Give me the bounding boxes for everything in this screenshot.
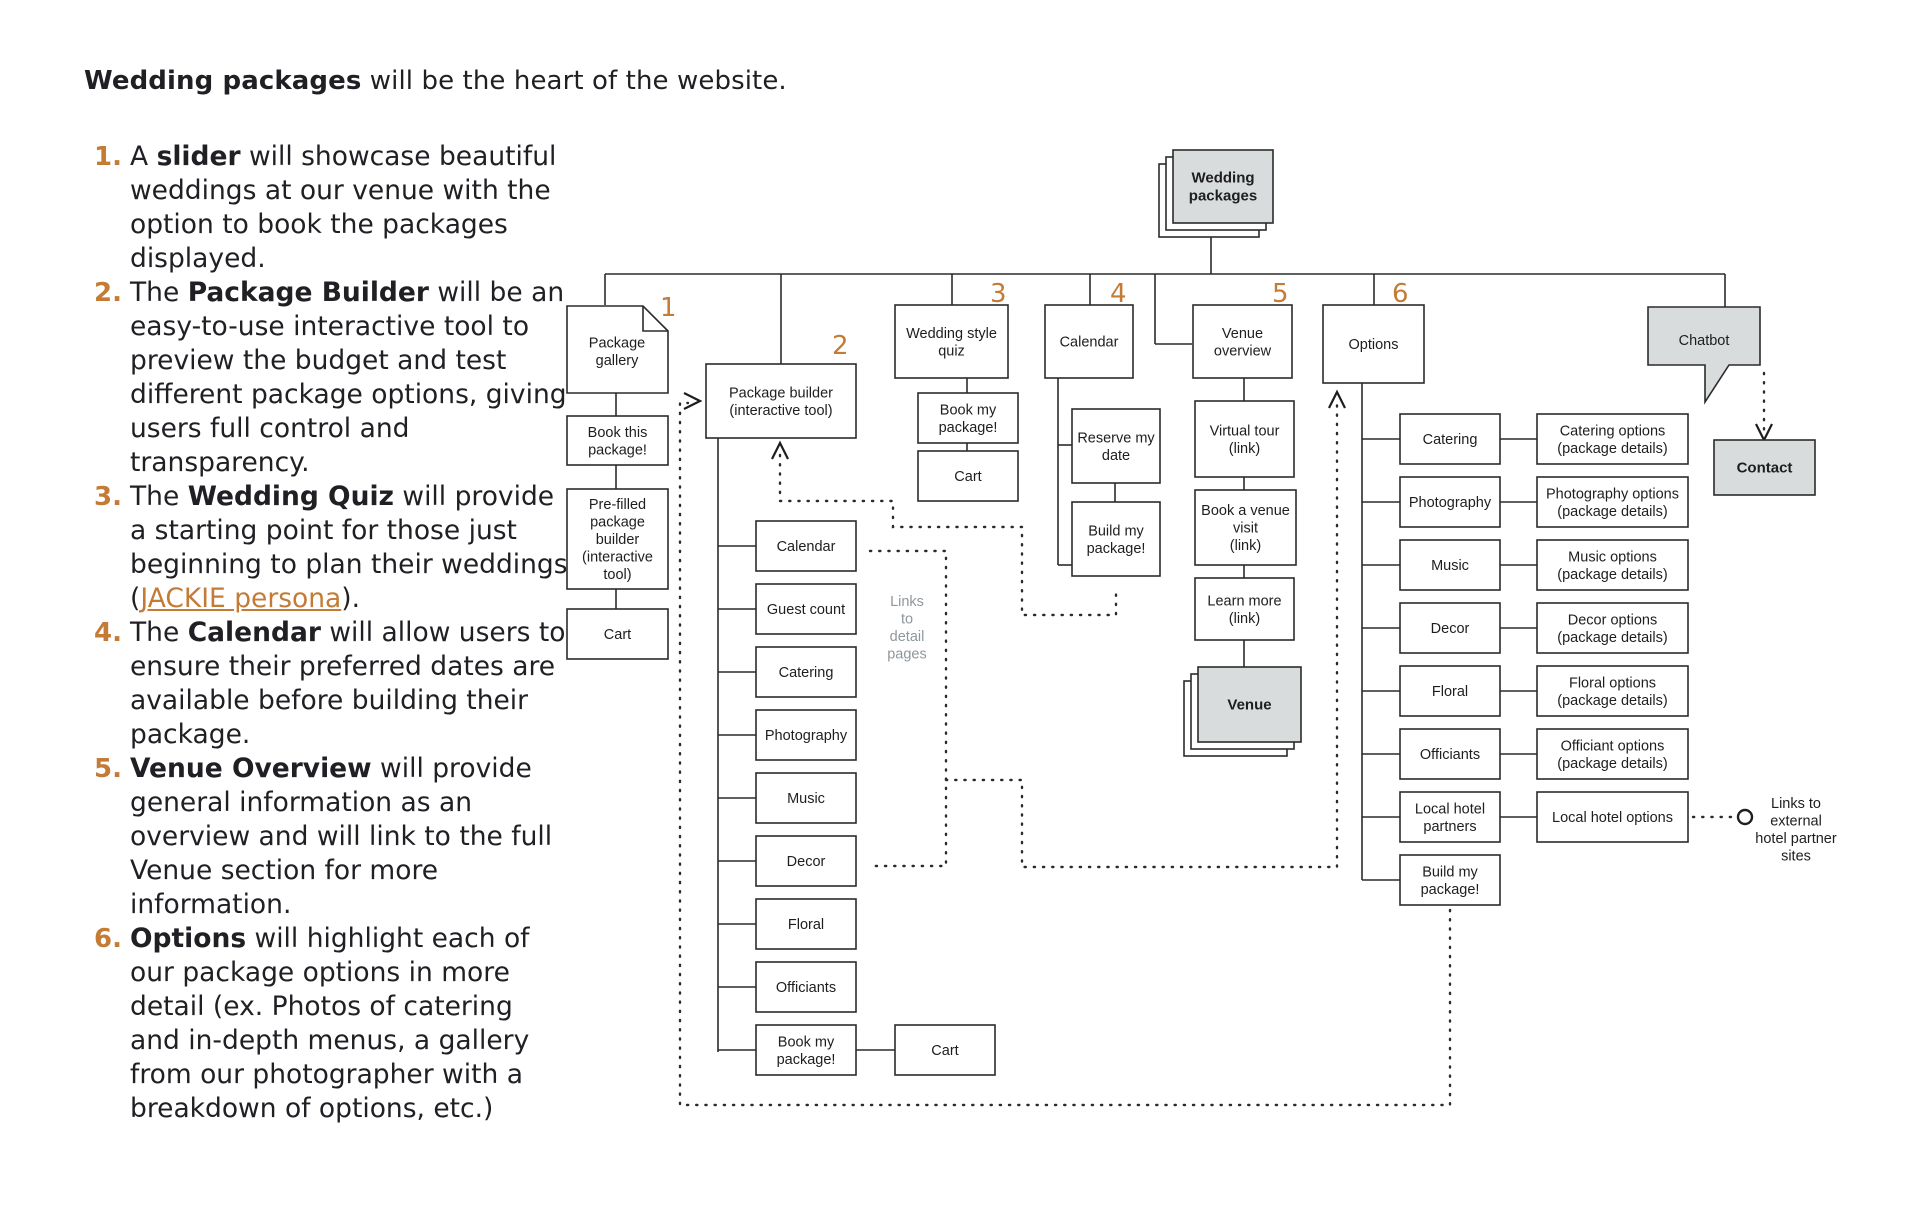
node-builder-decor-label: Decor (787, 854, 826, 870)
node-package-builder-label: Package builder (interactive tool) (729, 385, 833, 419)
node-options-photography-label: Photography (1409, 495, 1492, 511)
node-builder-book-my-package--label: Book my package! (777, 1034, 836, 1068)
node-options-officiants-label: Officiants (1420, 747, 1480, 763)
node-detail-floral-label: Floral options (package details) (1557, 675, 1667, 709)
node-contact-label: Contact (1737, 460, 1793, 477)
node-venue-overview-label: Venue overview (1214, 326, 1272, 360)
node-options-decor-label: Decor (1431, 621, 1470, 637)
node-detail-music-label: Music options (package details) (1557, 549, 1667, 583)
node-builder-photography-label: Photography (765, 728, 848, 744)
node-detail-photography-label: Photography options (package details) (1546, 486, 1679, 520)
section-number: 2 (832, 331, 849, 361)
node-wedding-packages (1172, 149, 1274, 224)
node-quiz-book-package-label: Book my package! (939, 402, 998, 436)
node-detail-decor-label: Decor options (package details) (1557, 612, 1667, 646)
node-builder-calendar-label: Calendar (777, 539, 836, 555)
node-detail-catering-label: Catering options (package details) (1557, 423, 1667, 457)
node-options-music-label: Music (1431, 558, 1469, 574)
node-calendar-label: Calendar (1060, 335, 1119, 351)
node-gallery-cart-label: Cart (604, 627, 631, 643)
node-builder-music-label: Music (787, 791, 825, 807)
node-wedding-packages-label: Wedding packages (1189, 170, 1257, 205)
node-options-label: Options (1349, 337, 1399, 353)
node-builder-guest-count-label: Guest count (767, 602, 845, 618)
speech-bubble-shape (1647, 306, 1761, 405)
arrow-right-icon (683, 392, 703, 410)
node-options-floral-label: Floral (1432, 684, 1468, 700)
node-chatbot (1647, 306, 1761, 405)
external-link-icon (1736, 808, 1754, 826)
node-builder-floral-label: Floral (788, 917, 824, 933)
node-wedding-packages-shape (1172, 149, 1274, 224)
external-hotel-note: Links to external hotel partner sites (1755, 796, 1837, 865)
node-book-this-package-label: Book this package! (588, 425, 648, 459)
node-quiz-cart-label: Cart (954, 469, 981, 485)
node-calendar-build-package-label: Build my package! (1087, 523, 1146, 557)
arrow-down-icon (1755, 423, 1773, 443)
section-number: 1 (660, 293, 677, 323)
node-builder-cart-label: Cart (931, 1043, 958, 1059)
node-package-gallery-label: Package gallery (589, 335, 645, 369)
node-builder-catering-label: Catering (779, 665, 834, 681)
node-options-local-hotel-partners-label: Local hotel partners (1415, 801, 1485, 835)
sitemap-diagram: Wedding packages123 4 5 6Package galleryBook … (566, 149, 1837, 1107)
links-to-detail-note: Links to detail pages (887, 594, 927, 663)
node-detail-officiants-label: Officiant options (package details) (1557, 738, 1667, 772)
node-options-catering-label: Catering (1423, 432, 1478, 448)
node-chatbot-label: Chatbot (1679, 333, 1730, 349)
node-options-build-my-package--label: Build my package! (1421, 864, 1480, 898)
node-venue-section-label: Venue (1227, 697, 1271, 714)
node-builder-officiants-label: Officiants (776, 980, 836, 996)
node-detail-local-hotel-partners-label: Local hotel options (1552, 810, 1673, 826)
